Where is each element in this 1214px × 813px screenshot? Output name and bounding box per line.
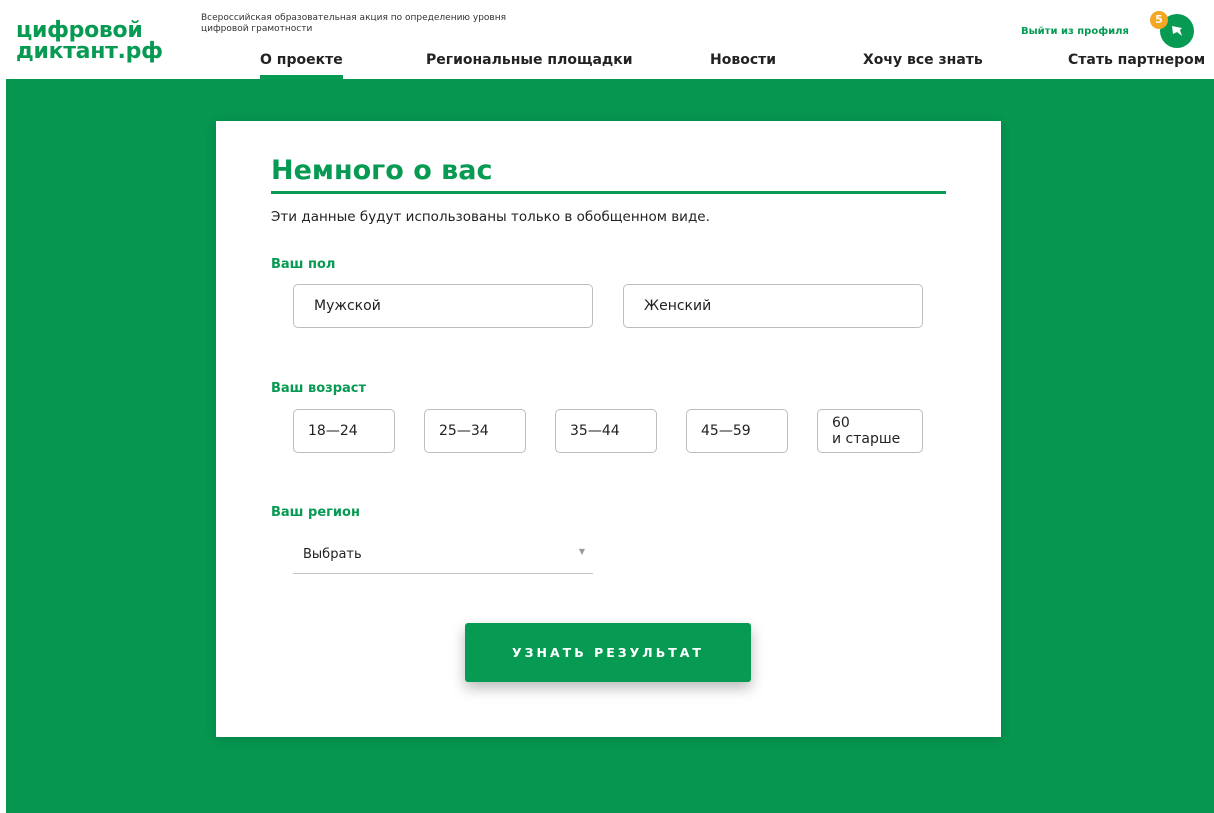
region-select-value: Выбрать (303, 547, 362, 562)
nav-item-news[interactable]: Новости (710, 52, 776, 68)
region-label: Ваш регион (271, 505, 360, 520)
nav-item-regional-sites[interactable]: Региональные площадки (426, 52, 633, 68)
age-option-60-plus[interactable]: 60 и старше (817, 409, 923, 453)
notification-badge[interactable]: 5 (1150, 11, 1168, 29)
gender-option-male[interactable]: Мужской (293, 284, 593, 328)
age-label: Ваш возраст (271, 381, 367, 396)
age-option-label: 35—44 (570, 423, 620, 439)
page: цифровой диктант.рф Всероссийская образо… (6, 0, 1214, 813)
title-divider (271, 191, 946, 194)
nav-item-become-partner[interactable]: Стать партнером (1068, 52, 1205, 68)
gender-option-female[interactable]: Женский (623, 284, 923, 328)
age-option-35-44[interactable]: 35—44 (555, 409, 657, 453)
nav-item-want-to-know[interactable]: Хочу все знать (863, 52, 983, 68)
age-option-25-34[interactable]: 25—34 (424, 409, 526, 453)
age-option-45-59[interactable]: 45—59 (686, 409, 788, 453)
header: цифровой диктант.рф Всероссийская образо… (6, 0, 1214, 79)
age-option-label: 18—24 (308, 423, 358, 439)
form-title: Немного о вас (271, 155, 493, 186)
tagline: Всероссийская образовательная акция по о… (201, 13, 507, 34)
nav-item-about[interactable]: О проекте (260, 52, 343, 79)
survey-card: Немного о вас Эти данные будут использов… (216, 121, 1001, 737)
gender-option-label: Мужской (314, 298, 381, 314)
submit-button[interactable]: УЗНАТЬ РЕЗУЛЬТАТ (465, 623, 751, 682)
age-option-label: 25—34 (439, 423, 489, 439)
user-icon (1172, 26, 1182, 36)
chevron-down-icon: ▼ (578, 547, 585, 556)
main-nav: О проекте Региональные площадки Новости … (6, 52, 1214, 79)
logout-link[interactable]: Выйти из профиля (1021, 26, 1129, 37)
form-subtitle: Эти данные будут использованы только в о… (271, 209, 710, 225)
age-option-label: 45—59 (701, 423, 751, 439)
region-select[interactable]: Выбрать ▼ (293, 539, 593, 574)
age-option-18-24[interactable]: 18—24 (293, 409, 395, 453)
gender-label: Ваш пол (271, 257, 336, 272)
age-option-label: 60 и старше (832, 415, 901, 447)
gender-option-label: Женский (644, 298, 712, 314)
